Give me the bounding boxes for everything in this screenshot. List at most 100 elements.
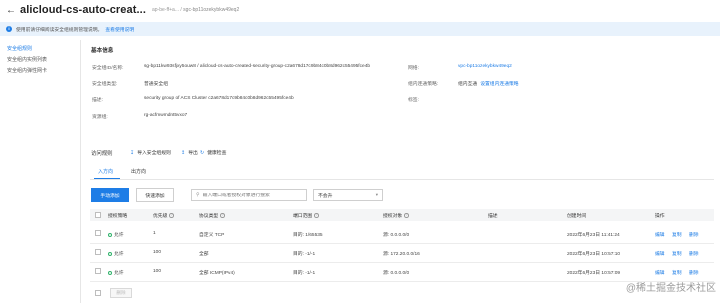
tabs-divider — [90, 179, 714, 180]
page-title: alicloud-cs-auto-creat... — [20, 4, 146, 16]
col-created: 创建时间 — [567, 212, 586, 219]
network-label: 网络: — [408, 66, 419, 71]
footer-select-all-checkbox[interactable] — [95, 290, 101, 296]
info-row-tag: 标签: — [408, 96, 458, 103]
add-quick-button[interactable]: 快速添加 — [136, 188, 174, 202]
col-priority: 优先级? — [153, 212, 174, 219]
info-row-resource-group: 资源组: rg-acfmwmdnt5vxo7 — [92, 113, 187, 120]
sidebar-item-instances[interactable]: 安全组内实例列表 — [0, 55, 78, 66]
row-priority: 100 — [153, 250, 162, 255]
filter-select[interactable]: 不会升 ▾ — [313, 189, 383, 201]
col-priority-label: 优先级 — [153, 214, 168, 219]
watermark: @稀土掘金技术社区 — [625, 283, 716, 294]
row-protocol: 自定义 TCP — [199, 233, 225, 238]
row-priority: 1 — [153, 231, 156, 236]
row-priority: 100 — [153, 269, 162, 274]
id-name-label: 安全组ID/名称: — [92, 66, 124, 71]
sidebar-divider — [80, 40, 81, 303]
delete-button[interactable]: 删除 — [689, 269, 699, 276]
import-rules-button[interactable]: ↧ 导入安全组规则 — [130, 149, 171, 157]
desc-value: security group of ACS Cluster c2a678d17c… — [144, 96, 294, 101]
edit-button[interactable]: 编辑 — [655, 269, 665, 276]
row-checkbox[interactable] — [95, 268, 101, 274]
allow-status-icon — [108, 232, 112, 237]
search-input[interactable] — [202, 192, 303, 198]
row-auth: 源: 172.20.0.0/16 — [383, 252, 420, 257]
row-port: 目的: 1/65535 — [293, 233, 323, 238]
chevron-down-icon: ▾ — [375, 192, 378, 197]
col-ops: 操作 — [655, 212, 665, 219]
col-port-label: 端口范围 — [293, 214, 313, 219]
row-protocol: 全部 ICMP(IPv4) — [199, 271, 235, 276]
row-created: 2022年6月23日 10:57:10 — [567, 252, 621, 257]
export-button[interactable]: ↥ 导出 — [181, 149, 198, 157]
row-port: 目的: -1/-1 — [293, 252, 316, 257]
row-checkbox[interactable] — [95, 249, 101, 255]
row-policy: 允许 — [108, 231, 124, 238]
delete-button[interactable]: 删除 — [689, 231, 699, 238]
breadcrumb: ap-be-ff+a... / sgc-bp11ozekybkw49eq2 — [152, 7, 239, 13]
row-divider — [90, 262, 714, 263]
help-icon[interactable]: ? — [314, 213, 319, 218]
row-protocol: 全部 — [199, 252, 209, 257]
resource-group-value: rg-acfmwmdnt5vxo7 — [144, 113, 188, 118]
row-checkbox[interactable] — [95, 230, 101, 236]
arrow-left-icon[interactable]: ← — [4, 0, 18, 20]
info-row-desc: 描述: security group of ACS Cluster c2a678… — [92, 96, 294, 103]
resource-group-label: 资源组: — [92, 115, 108, 120]
network-value[interactable]: vpc-bp11ozekybkw49eq2 — [458, 64, 512, 71]
import-rules-label: 导入安全组规则 — [137, 151, 171, 156]
select-all-checkbox[interactable] — [95, 212, 101, 218]
col-auth: 授权对象? — [383, 212, 409, 219]
download-icon: ↧ — [130, 149, 135, 156]
delete-button[interactable]: 删除 — [689, 250, 699, 257]
col-desc-label: 描述 — [488, 214, 498, 219]
page-header: ← alicloud-cs-auto-creat... ap-be-ff+a..… — [0, 0, 720, 20]
edit-button[interactable]: 编辑 — [655, 231, 665, 238]
col-protocol-label: 协议类型 — [199, 214, 219, 219]
copy-button[interactable]: 复制 — [672, 250, 682, 257]
help-icon[interactable]: ? — [220, 213, 225, 218]
edit-button[interactable]: 编辑 — [655, 250, 665, 257]
allow-status-icon — [108, 251, 112, 256]
row-created: 2022年6月23日 10:57:09 — [567, 271, 621, 276]
info-icon: i — [6, 26, 12, 32]
info-row-type: 安全组类型: 普通安全组 — [92, 80, 168, 87]
sidebar-item-rules[interactable]: 安全组规则 — [0, 44, 78, 55]
copy-button[interactable]: 复制 — [672, 231, 682, 238]
add-manual-button[interactable]: 手动添加 — [91, 188, 129, 202]
id-name-value: sg-bp11kw93sfjxy5ouw8 / alicloud-cs-auto… — [144, 64, 371, 69]
tag-label: 标签: — [408, 98, 419, 103]
info-row-network: 网络: vpc-bp11ozekybkw49eq2 — [408, 64, 512, 71]
notice-text: 使用前请仔细阅读安全组规则管理说明。 — [16, 27, 103, 33]
allow-status-icon — [108, 270, 112, 275]
security-group-short-name: ap-be-ff+a... — [151, 7, 179, 13]
help-icon[interactable]: ? — [169, 213, 174, 218]
upload-icon: ↥ — [181, 149, 186, 156]
breadcrumb-separator: / — [180, 7, 182, 13]
intranet-value: 组内互通 — [458, 82, 478, 87]
copy-button[interactable]: 复制 — [672, 269, 682, 276]
col-created-label: 创建时间 — [567, 214, 587, 219]
basic-info-title: 基本信息 — [91, 48, 114, 54]
intranet-policy-link[interactable]: 设置组内连通策略 — [480, 80, 518, 87]
rules-title: 访问规则 — [91, 151, 113, 157]
row-policy-label: 允许 — [114, 271, 124, 276]
batch-delete-button[interactable]: 删除 — [110, 288, 132, 298]
col-protocol: 协议类型? — [199, 212, 225, 219]
desc-label: 描述: — [92, 98, 103, 103]
search-icon: ⚲ — [196, 192, 200, 198]
sidebar-item-enis[interactable]: 安全组内弹性网卡 — [0, 66, 78, 77]
notice-link[interactable]: 查看使用说明 — [105, 26, 134, 33]
help-icon[interactable]: ? — [404, 213, 409, 218]
row-auth: 源: 0.0.0.0/0 — [383, 271, 410, 276]
col-ops-label: 操作 — [655, 214, 665, 219]
tab-inbound[interactable]: 入方向 — [98, 168, 113, 175]
row-policy-label: 允许 — [114, 252, 124, 257]
sidebar: 安全组规则 安全组内实例列表 安全组内弹性网卡 — [0, 44, 78, 77]
tab-outbound[interactable]: 出方向 — [131, 168, 146, 175]
row-policy: 允许 — [108, 269, 124, 276]
col-auth-label: 授权对象 — [383, 214, 403, 219]
health-check-button[interactable]: ↻ 健康检查 — [200, 149, 226, 157]
col-policy-label: 授权策略 — [108, 214, 128, 219]
